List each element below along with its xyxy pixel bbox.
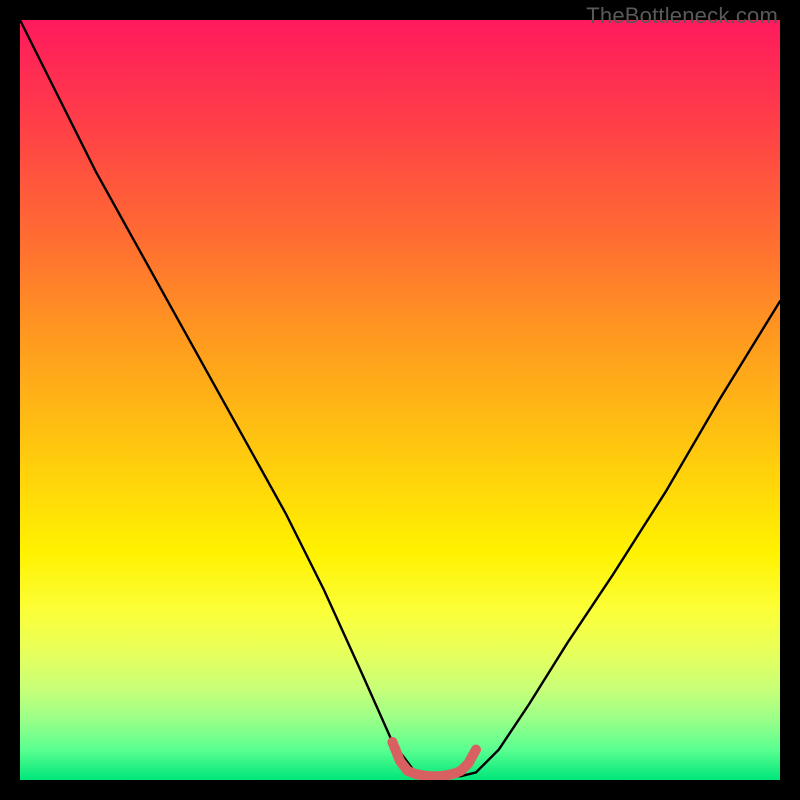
bottleneck-curve: [20, 20, 780, 776]
curve-layer: [20, 20, 780, 780]
watermark-text: TheBottleneck.com: [586, 3, 778, 29]
